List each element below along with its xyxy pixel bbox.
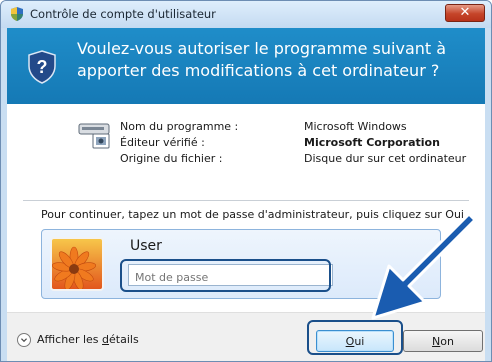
uac-shield-icon [11,7,23,21]
uac-question: Voulez-vous autoriser le programme suiva… [77,39,447,80]
user-name: User [130,238,162,254]
publisher-label: Éditeur vérifié : [120,136,205,149]
program-name-label: Nom du programme : [120,120,239,133]
window-title: Contrôle de compte d'utilisateur [30,7,216,21]
svg-text:?: ? [37,57,48,77]
show-details-prefix: Afficher les [37,333,103,346]
scanner-program-icon [78,123,110,149]
no-label-rest: on [440,335,454,348]
chevron-down-circle-icon[interactable] [17,333,31,347]
password-highlight [120,259,331,292]
flower-avatar-icon [50,237,104,291]
no-button[interactable]: Non [403,330,483,352]
divider [23,200,469,201]
file-origin-value: Disque dur sur cet ordinateur [304,152,467,165]
uac-header: ? Voulez-vous autoriser le programme sui… [7,28,485,104]
program-name-value: Microsoft Windows [304,120,407,133]
show-details-suffix: étails [109,333,139,346]
publisher-value: Microsoft Corporation [304,136,440,149]
program-values: Microsoft Windows Microsoft Corporation … [304,119,466,167]
title-bar: Contrôle de compte d'utilisateur ✕ [1,1,491,28]
file-origin-label: Origine du fichier : [120,152,223,165]
show-details-accelerator: d [102,333,110,346]
callout-arrow-icon [371,214,477,320]
program-labels: Nom du programme : Éditeur vérifié : Ori… [120,119,238,167]
show-details-link[interactable]: Afficher les détails [37,333,139,346]
uac-shield-question-icon: ? [28,50,56,84]
close-button[interactable]: ✕ [445,4,485,22]
